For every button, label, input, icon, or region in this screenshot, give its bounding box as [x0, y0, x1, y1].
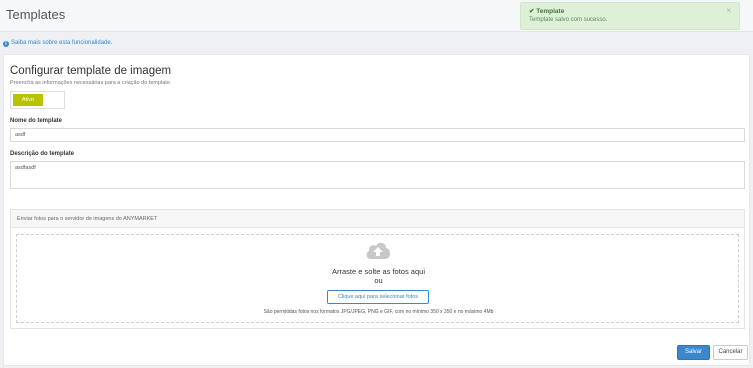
learn-more-text: Saiba mais sobre esta funcionalidade.: [11, 40, 113, 46]
toast-message: Template salvo com sucesso.: [529, 17, 608, 23]
cloud-upload-icon: [366, 242, 390, 259]
formats-note: São permitidas fotos nos formatos JPG/JP…: [263, 309, 494, 315]
select-photos-button[interactable]: Clique aqui para selecionar fotos: [327, 290, 429, 304]
upload-header: Enviar fotos para o servidor de imagens …: [11, 210, 744, 228]
info-icon: i: [3, 41, 9, 47]
template-description-textarea[interactable]: asdfasdf: [10, 161, 745, 189]
cancel-button[interactable]: Cancelar: [713, 345, 748, 360]
save-button[interactable]: Salvar: [677, 345, 710, 360]
description-label: Descrição do template: [10, 151, 75, 157]
status-toggle[interactable]: Ativo: [10, 91, 65, 109]
config-title: Configurar template de imagem: [10, 65, 172, 77]
learn-more-link[interactable]: i Saiba mais sobre esta funcionalidade.: [3, 40, 112, 47]
template-config-panel: Configurar template de imagem Preencha a…: [3, 54, 750, 366]
page-title: Templates: [6, 7, 66, 22]
status-toggle-active: Ativo: [13, 94, 43, 106]
success-toast: ✔ Template Template salvo com sucesso. ×: [520, 2, 740, 30]
or-text: ou: [374, 276, 383, 285]
drag-drop-text: Arraste e solte as fotos aqui: [332, 267, 425, 276]
toast-title: ✔ Template: [529, 8, 565, 15]
photo-dropzone[interactable]: Arraste e solte as fotos aqui ou Clique …: [16, 234, 739, 323]
top-bar: Templates ✔ Template Template salvo com …: [0, 0, 753, 32]
close-icon[interactable]: ×: [726, 6, 731, 15]
photo-upload-section: Enviar fotos para o servidor de imagens …: [10, 209, 745, 329]
name-label: Nome do template: [10, 118, 63, 124]
template-name-input[interactable]: asdf: [10, 128, 745, 142]
config-subtitle: Preencha as informações necessárias para…: [10, 80, 172, 86]
